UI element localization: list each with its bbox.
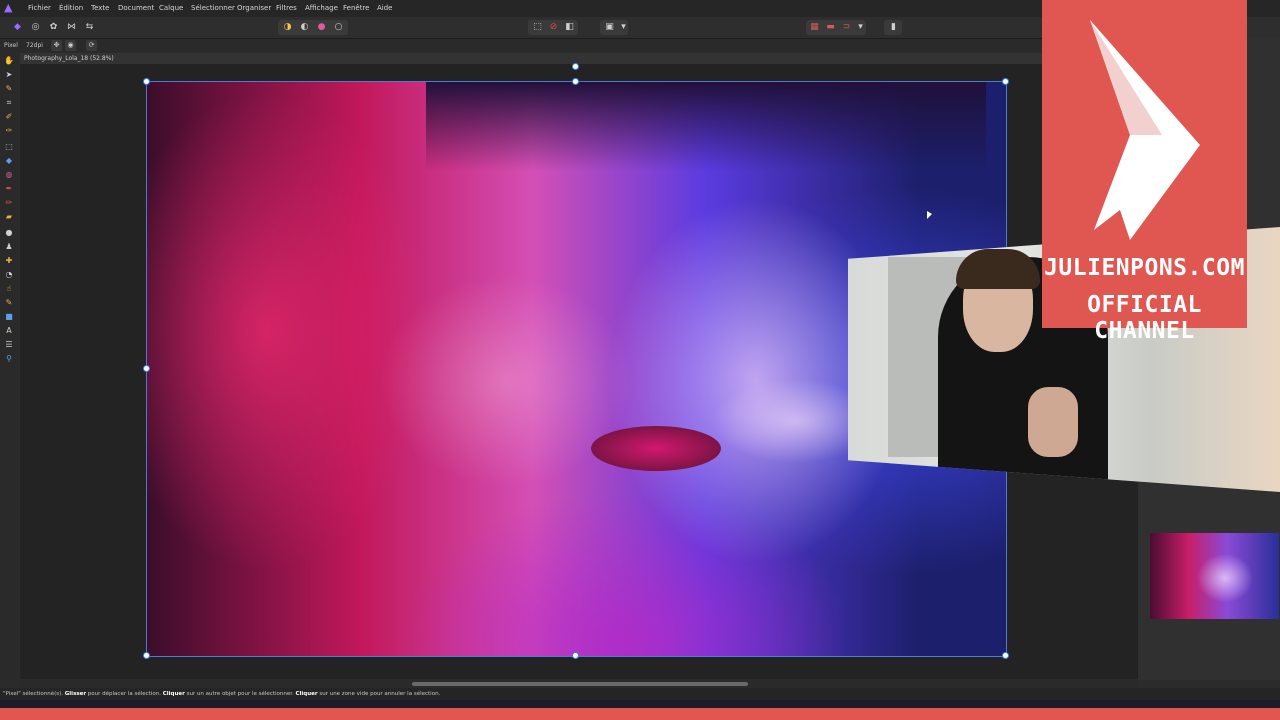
- gradient-tool-icon[interactable]: ◍: [4, 170, 14, 180]
- auto-colors-icon[interactable]: ●: [315, 21, 328, 34]
- hand-tool-icon[interactable]: ✋: [4, 56, 14, 66]
- dodge-tool-icon[interactable]: ●: [4, 228, 14, 238]
- horizontal-scrollbar[interactable]: [20, 680, 1138, 688]
- transform-icon[interactable]: ⟳: [86, 40, 97, 51]
- magnet-icon[interactable]: ⊃: [840, 21, 853, 34]
- arrow-logo-icon: [1090, 20, 1200, 240]
- status-text-2: pour déplacer la sélection.: [86, 691, 163, 697]
- chevron-down-icon[interactable]: ▾: [617, 21, 630, 34]
- brand-url: JULIENPONS.COM: [1044, 255, 1245, 281]
- status-bar: "Pixel" sélectionné(s). Glisser pour dép…: [0, 688, 1280, 700]
- snapping-icon[interactable]: ▬: [824, 21, 837, 34]
- presenter-hand: [1028, 387, 1078, 457]
- scrollbar-thumb[interactable]: [412, 682, 748, 686]
- auto-white-balance-icon[interactable]: ○: [332, 21, 345, 34]
- red-footer-bar: [0, 708, 1280, 720]
- brush-tool-icon[interactable]: ✐: [4, 112, 14, 122]
- smudge-tool-icon[interactable]: ☝: [4, 284, 14, 294]
- status-text-4: sur une zone vide pour annuler la sélect…: [317, 691, 441, 697]
- document-title: Photography_Lola_18 (52.8%): [24, 55, 114, 62]
- status-bold-1: Glisser: [64, 691, 87, 697]
- dpi-label[interactable]: 72dpi: [26, 39, 43, 52]
- develop-persona-icon[interactable]: ✿: [47, 21, 60, 34]
- eraser-tool-icon[interactable]: ▰: [4, 212, 14, 222]
- resize-handle-top[interactable]: [572, 78, 579, 85]
- mouse-cursor-icon: [927, 211, 932, 219]
- affinity-logo-icon[interactable]: ▲: [4, 2, 16, 14]
- move-tool-icon[interactable]: ➤: [4, 70, 14, 80]
- export-persona-icon[interactable]: ⇆: [83, 21, 96, 34]
- paint-brush-icon[interactable]: ✒: [4, 184, 14, 194]
- resize-handle-bottom[interactable]: [572, 652, 579, 659]
- view-tool-icon[interactable]: ☰: [4, 340, 14, 350]
- document-tab[interactable]: Photography_Lola_18 (52.8%): [20, 53, 1138, 64]
- pen-tool-icon[interactable]: ✎: [4, 84, 14, 94]
- assistant-icon[interactable]: ▮: [887, 21, 900, 34]
- menu-affichage[interactable]: Affichage: [305, 3, 338, 13]
- menu-edition[interactable]: Édition: [59, 3, 83, 13]
- status-text-1: "Pixel" sélectionné(s).: [3, 691, 65, 697]
- tools-panel: ✋ ➤ ✎ ⌗ ✐ ✑ ⬚ ◆ ◍ ✒ ✏ ▰ ● ♟ ✚ ◔ ☝ ✎ ■ A …: [0, 53, 18, 680]
- grid-icon[interactable]: ▦: [808, 21, 821, 34]
- eye-icon[interactable]: ◉: [65, 40, 76, 51]
- tone-map-persona-icon[interactable]: ⋈: [65, 21, 78, 34]
- resize-handle-bottom-right[interactable]: [1002, 652, 1009, 659]
- auto-contrast-icon[interactable]: ◐: [298, 21, 311, 34]
- menu-calque[interactable]: Calque: [159, 3, 183, 13]
- presenter-hair: [956, 249, 1040, 289]
- clone-tool-icon[interactable]: ♟: [4, 242, 14, 252]
- menu-document[interactable]: Document: [118, 3, 154, 13]
- navigator-thumbnail[interactable]: [1150, 533, 1279, 619]
- blur-tool-icon[interactable]: ◔: [4, 270, 14, 280]
- menu-aide[interactable]: Aide: [377, 3, 392, 13]
- menu-texte[interactable]: Texte: [91, 3, 109, 13]
- chevron-down-icon[interactable]: ▾: [854, 21, 867, 34]
- resize-handle-top-left[interactable]: [143, 78, 150, 85]
- resize-handle-bottom-left[interactable]: [143, 652, 150, 659]
- menu-fichier[interactable]: Fichier: [28, 3, 51, 13]
- selection-brush-icon[interactable]: ✑: [4, 126, 14, 136]
- flood-fill-icon[interactable]: ◆: [4, 156, 14, 166]
- selection-tool-icon[interactable]: ⬚: [4, 142, 14, 152]
- status-bold-3: Cliquer: [295, 691, 318, 697]
- resize-handle-top-right[interactable]: [1002, 78, 1009, 85]
- photo-persona-icon[interactable]: ◆: [11, 21, 24, 34]
- menu-organiser[interactable]: Organiser: [237, 3, 271, 13]
- liquify-persona-icon[interactable]: ◎: [29, 21, 42, 34]
- pencil-tool-icon[interactable]: ✎: [4, 298, 14, 308]
- menu-fenetre[interactable]: Fenêtre: [343, 3, 369, 13]
- menu-filtres[interactable]: Filtres: [276, 3, 297, 13]
- deselect-icon[interactable]: ⊘: [547, 21, 560, 34]
- status-bold-2: Cliquer: [162, 691, 185, 697]
- color-replace-icon[interactable]: ✏: [4, 198, 14, 208]
- invert-selection-icon[interactable]: ◧: [563, 21, 576, 34]
- brand-tagline: OFFICIAL CHANNEL: [1087, 292, 1202, 344]
- rotate-handle[interactable]: [572, 63, 579, 70]
- crop-tool-icon[interactable]: ⌗: [4, 98, 14, 108]
- menu-selectionner[interactable]: Sélectionner: [191, 3, 235, 13]
- zoom-tool-icon[interactable]: ⚲: [4, 354, 14, 364]
- text-tool-icon[interactable]: A: [4, 326, 14, 336]
- quick-mask-icon[interactable]: ▣: [603, 21, 616, 34]
- move-icon[interactable]: ✥: [51, 40, 62, 51]
- marquee-icon[interactable]: ⬚: [531, 21, 544, 34]
- brand-banner: JULIENPONS.COM OFFICIAL CHANNEL: [1042, 0, 1247, 344]
- auto-levels-icon[interactable]: ◑: [281, 21, 294, 34]
- status-text-3: sur un autre objet pour le sélectionner.: [184, 691, 296, 697]
- resize-handle-left[interactable]: [143, 365, 150, 372]
- shape-tool-icon[interactable]: ■: [4, 312, 14, 322]
- unit-label[interactable]: Pixel: [4, 39, 18, 52]
- healing-brush-icon[interactable]: ✚: [4, 256, 14, 266]
